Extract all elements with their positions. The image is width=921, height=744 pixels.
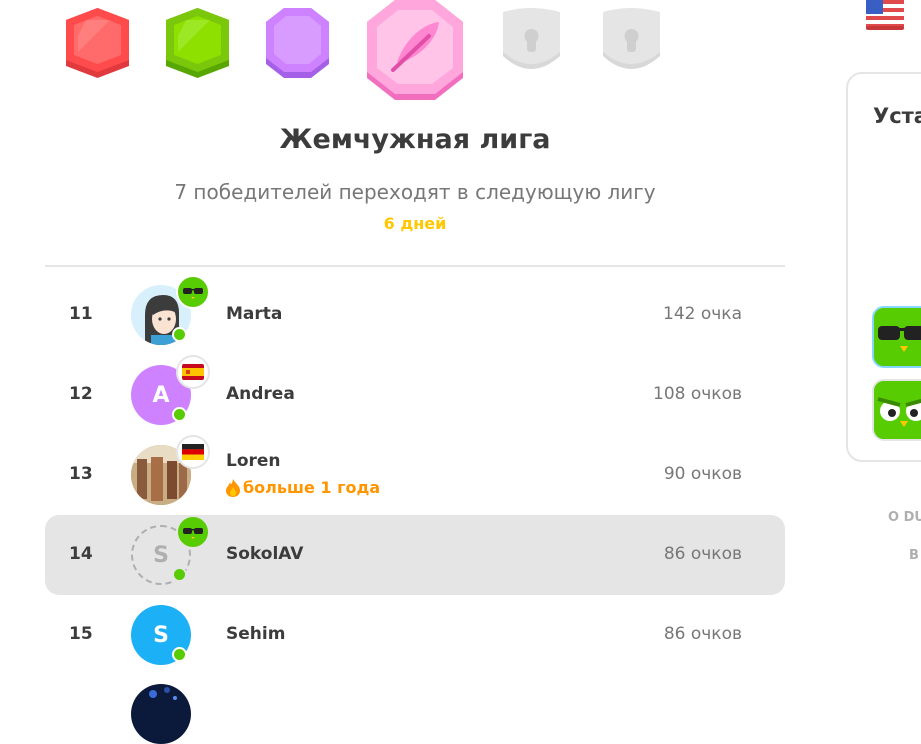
rank: 15: [69, 624, 93, 644]
user-name[interactable]: Sehim: [226, 624, 285, 644]
rank: 12: [69, 384, 93, 404]
owl-sunglasses-icon: [176, 515, 210, 549]
spain-flag-icon: [176, 355, 210, 389]
days-remaining: 6 дней: [383, 214, 447, 233]
owl-sunglasses-icon: [176, 275, 210, 309]
locked-league-badge: [499, 8, 564, 80]
leaderboard-row[interactable]: 15 S Sehim 86 очков: [45, 595, 785, 675]
avatar[interactable]: [131, 684, 191, 744]
online-indicator: [172, 567, 187, 582]
streak-text: больше 1 года: [243, 478, 381, 497]
leaderboard-row[interactable]: 11 Marta 142 очка: [45, 275, 785, 355]
leaderboard-row[interactable]: 13 Loren больше 1 года 90 очков: [45, 435, 785, 515]
purple-league-badge: [266, 8, 329, 78]
online-indicator: [172, 327, 187, 342]
us-flag-icon[interactable]: [866, 0, 904, 34]
online-indicator: [172, 647, 187, 662]
locked-league-badge: [599, 8, 664, 80]
flame-icon: [226, 478, 240, 497]
points: 86 очков: [663, 624, 742, 644]
user-name[interactable]: SokolAV: [226, 544, 303, 564]
user-name[interactable]: Marta: [226, 304, 282, 324]
owl-angry-icon[interactable]: [872, 379, 921, 441]
side-panel: Уста: [846, 72, 921, 462]
red-league-badge: [66, 8, 129, 78]
points: 142 очка: [663, 304, 742, 324]
league-title: Жемчужная лига: [279, 124, 551, 155]
rank: 13: [69, 464, 93, 484]
divider: [45, 265, 785, 267]
pearl-league-badge: [367, 0, 463, 100]
leaderboard-row[interactable]: 12 A Andrea 108 очков: [45, 355, 785, 435]
points: 108 очков: [653, 384, 742, 404]
points: 86 очков: [663, 544, 742, 564]
leaderboard-row-current-user[interactable]: 14 S SokolAV 86 очков: [45, 515, 785, 595]
germany-flag-icon: [176, 435, 210, 469]
online-indicator: [172, 407, 187, 422]
rank: 11: [69, 304, 93, 324]
streak-label: больше 1 года: [226, 478, 380, 497]
rank: 14: [69, 544, 93, 564]
footer-link[interactable]: В: [909, 548, 919, 563]
green-league-badge: [166, 8, 229, 78]
points: 90 очков: [663, 464, 742, 484]
owl-sunglasses-icon[interactable]: [872, 306, 921, 368]
league-subtitle: 7 победителей переходят в следующую лигу: [174, 180, 656, 204]
panel-title: Уста: [873, 104, 921, 128]
user-name[interactable]: Andrea: [226, 384, 295, 404]
footer-link[interactable]: О DU: [888, 510, 921, 525]
user-name[interactable]: Loren: [226, 451, 281, 471]
